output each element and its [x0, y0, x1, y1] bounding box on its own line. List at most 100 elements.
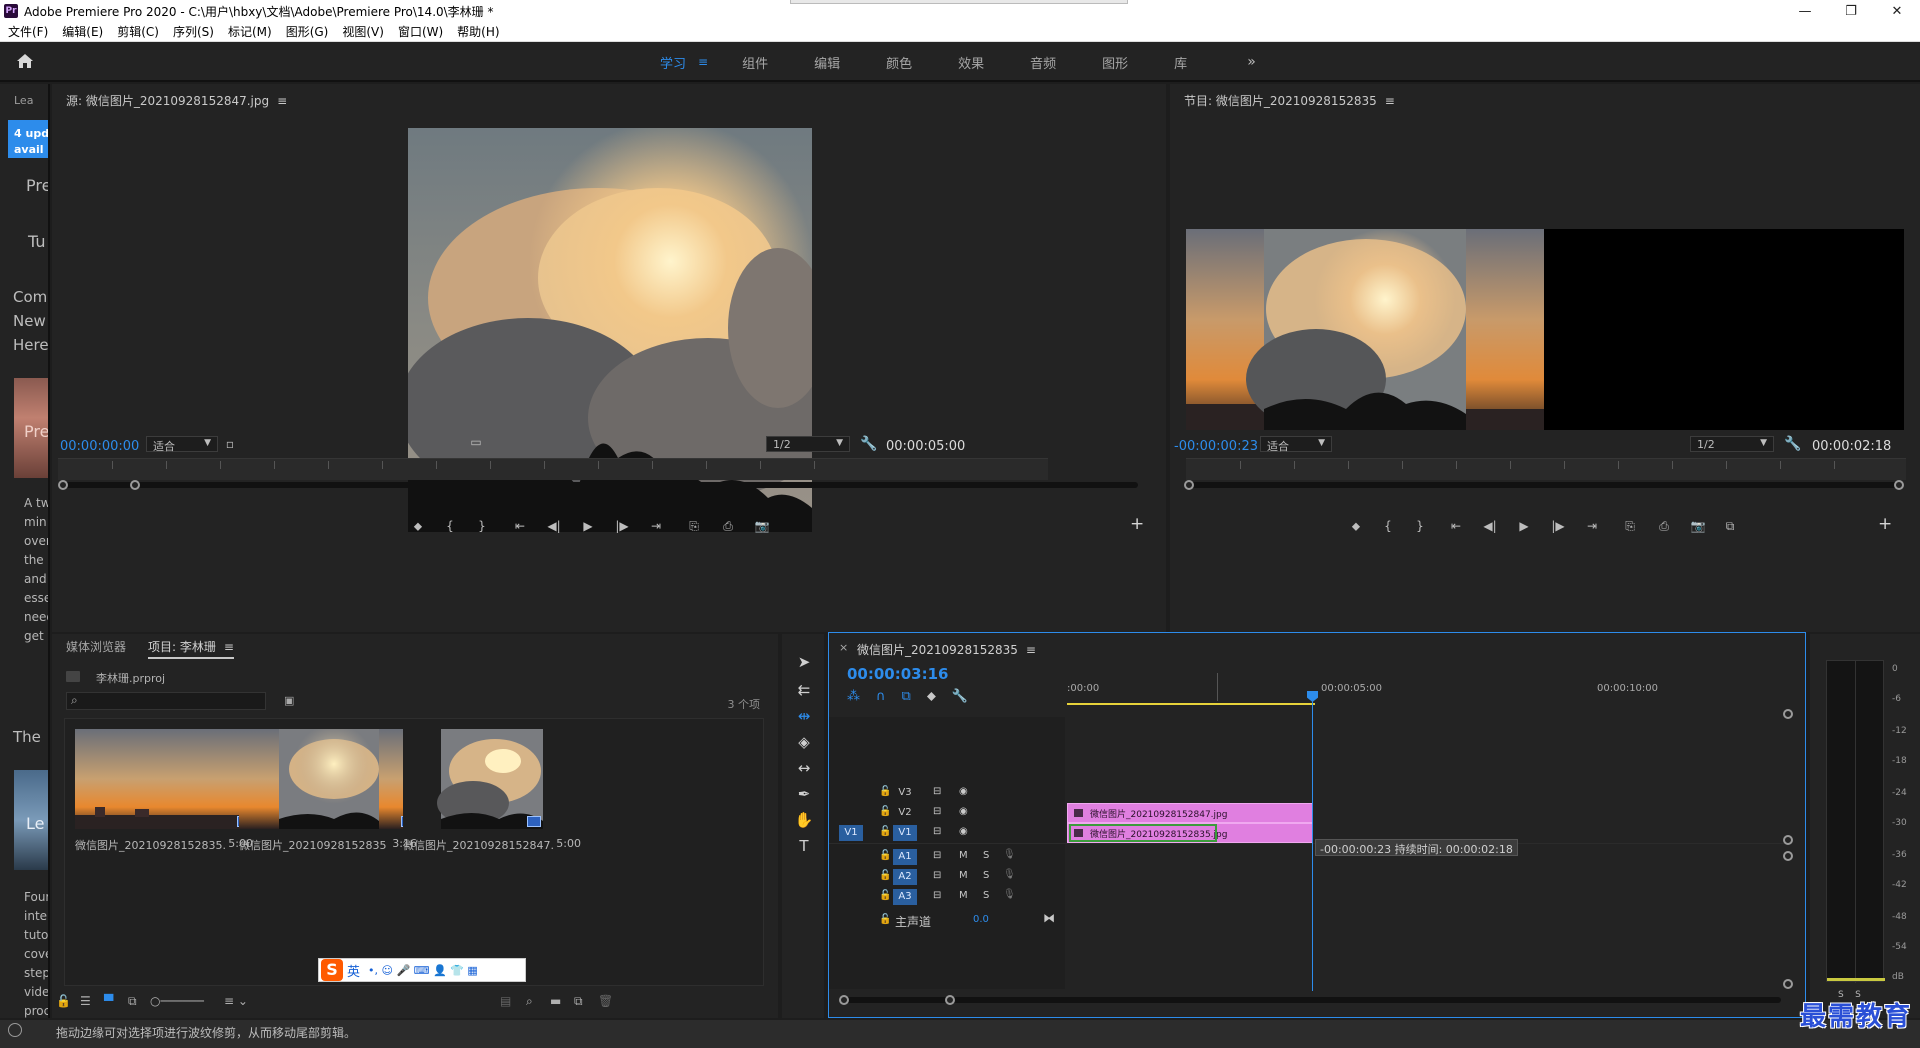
menu-help[interactable]: 帮助(H) — [457, 23, 499, 40]
new-item-icon[interactable]: ⧉ — [574, 994, 583, 1009]
overwrite-icon[interactable]: ⎙ — [718, 518, 738, 534]
sequence-tab[interactable]: 微信图片_20210928152835 ≡ — [857, 641, 1036, 658]
learn-panel-tab[interactable]: Lea — [14, 94, 33, 107]
eye-icon[interactable]: ◉ — [959, 806, 968, 817]
vertical-zoom-handle[interactable] — [1783, 979, 1793, 989]
list-view-icon[interactable]: ☰ — [80, 994, 91, 1008]
maximize-button[interactable]: ❐ — [1828, 0, 1874, 22]
sync-lock-icon[interactable]: ⊟ — [933, 870, 941, 881]
find-icon[interactable]: ⌕ — [526, 994, 533, 1009]
vertical-zoom-handle[interactable] — [1783, 835, 1793, 845]
nest-icon[interactable]: ⁂ — [847, 689, 860, 704]
vertical-zoom-handle[interactable] — [1783, 851, 1793, 861]
track-name[interactable]: V1 — [893, 825, 917, 841]
eye-icon[interactable]: ◉ — [959, 826, 968, 837]
add-marker-icon[interactable]: ⬥ — [927, 689, 936, 704]
sync-lock-icon[interactable]: ⊟ — [933, 890, 941, 901]
automate-to-sequence-icon[interactable]: ▤ — [500, 994, 511, 1008]
add-marker-icon[interactable]: ⬥ — [408, 518, 428, 534]
solo-button[interactable]: S — [983, 870, 989, 881]
razor-tool-icon[interactable]: ◈ — [794, 732, 814, 752]
program-settings-wrench-icon[interactable]: 🔧 — [1784, 436, 1801, 452]
source-timecode[interactable]: 00:00:00:00 — [60, 439, 139, 454]
lock-icon[interactable]: 🔓 — [879, 870, 891, 881]
track-v1[interactable]: V1 🔓 V1 ⊟ ◉ — [829, 823, 1065, 843]
workspace-tab-learning[interactable]: 学习 — [660, 53, 686, 72]
source-zoom-scrollbar[interactable] — [58, 482, 1138, 488]
zoom-slider[interactable]: ○────── — [150, 994, 204, 1008]
play-icon[interactable]: ▶ — [1514, 518, 1534, 534]
eye-icon[interactable]: ◉ — [959, 786, 968, 797]
mute-button[interactable]: M — [959, 850, 968, 861]
minimize-button[interactable]: — — [1782, 0, 1828, 22]
sync-lock-icon[interactable]: ⊟ — [933, 826, 941, 837]
source-settings-wrench-icon[interactable]: 🔧 — [860, 436, 877, 452]
go-to-in-icon[interactable]: ⇤ — [510, 518, 530, 534]
solo-button[interactable]: S — [983, 890, 989, 901]
track-name[interactable]: V3 — [893, 785, 917, 801]
vertical-zoom-handle[interactable] — [1783, 709, 1793, 719]
menu-file[interactable]: 文件(F) — [8, 23, 48, 40]
master-track[interactable]: 🔓 主声道 0.0 ⧓ — [829, 909, 1065, 931]
export-frame-icon[interactable]: 📷 — [1688, 518, 1708, 534]
go-to-out-icon[interactable]: ⇥ — [1582, 518, 1602, 534]
timeline-ruler[interactable]: :00:00 00:00:05:00 00:00:10:00 — [1067, 673, 1787, 717]
track-name[interactable]: A2 — [893, 869, 917, 885]
workspace-tab-color[interactable]: 颜色 — [886, 53, 912, 72]
step-forward-icon[interactable]: |▶ — [612, 518, 632, 534]
timeline-zoom-scrollbar[interactable] — [841, 997, 1781, 1003]
source-monitor-title[interactable]: 源: 微信图片_20210928152847.jpg ≡ — [66, 92, 287, 109]
export-frame-icon[interactable]: 📷 — [752, 518, 772, 534]
more-workspaces-icon[interactable]: » — [1247, 54, 1256, 70]
program-zoom-scrollbar[interactable] — [1186, 482, 1904, 488]
track-a3[interactable]: 🔓 A3 ⊟ M S 🎙 — [829, 887, 1065, 907]
ime-language[interactable]: 英 — [347, 961, 360, 980]
source-fit-dropdown[interactable]: 适合 ▼ — [146, 436, 218, 453]
lift-icon[interactable]: ⎘ — [1620, 518, 1640, 534]
type-tool-icon[interactable]: T — [794, 836, 814, 856]
timeline-zoom-handle-right[interactable] — [945, 995, 955, 1005]
lock-icon[interactable]: 🔓 — [879, 890, 891, 901]
updates-badge[interactable]: 4 upd avail — [8, 120, 48, 158]
home-icon[interactable] — [16, 53, 36, 71]
freeform-view-icon[interactable]: ⧉ — [128, 994, 137, 1009]
track-name[interactable]: A1 — [893, 849, 917, 865]
track-a2[interactable]: 🔓 A2 ⊟ M S 🎙 — [829, 867, 1065, 887]
go-to-end-icon[interactable]: ⧓ — [1043, 911, 1055, 925]
menu-markers[interactable]: 标记(M) — [228, 23, 272, 40]
mute-button[interactable]: M — [959, 890, 968, 901]
ripple-edit-tool-icon[interactable]: ⇹ — [794, 706, 814, 726]
go-to-out-icon[interactable]: ⇥ — [646, 518, 666, 534]
lock-icon[interactable]: 🔓 — [879, 914, 891, 925]
timeline-clip-v2[interactable]: 微信图片_20210928152847.jpg — [1067, 803, 1313, 823]
lock-icon[interactable]: 🔓 — [56, 994, 71, 1008]
mark-in-icon[interactable]: { — [1378, 518, 1398, 534]
program-zoom-handle-left[interactable] — [1184, 480, 1194, 490]
step-back-icon[interactable]: ◀| — [1480, 518, 1500, 534]
mark-out-icon[interactable]: } — [1410, 518, 1430, 534]
pen-tool-icon[interactable]: ✒ — [794, 784, 814, 804]
program-zoom-handle-right[interactable] — [1894, 480, 1904, 490]
source-time-ruler[interactable] — [58, 458, 1048, 480]
source-zoom-handle-left[interactable] — [58, 480, 68, 490]
workspace-tab-effects[interactable]: 效果 — [958, 53, 984, 72]
linked-selection-icon[interactable]: ⧉ — [902, 689, 911, 704]
selection-tool-icon[interactable]: ➤ — [794, 652, 814, 672]
clear-icon[interactable]: 🗑 — [598, 994, 613, 1008]
safe-margin-icon[interactable]: ▫ — [220, 436, 240, 452]
sync-lock-icon[interactable]: ⊟ — [933, 850, 941, 861]
tab-media-browser[interactable]: 媒体浏览器 — [66, 638, 126, 659]
track-select-tool-icon[interactable]: ⇇ — [794, 680, 814, 700]
hand-tool-icon[interactable]: ✋ — [794, 810, 814, 830]
new-bin-icon[interactable]: ▬ — [550, 994, 561, 1008]
step-forward-icon[interactable]: |▶ — [1548, 518, 1568, 534]
icon-view-icon[interactable]: ▀ — [104, 994, 113, 1008]
ime-toolbar[interactable]: S 英 •, ☺ 🎤 ⌨ 👤 👕 ▦ — [318, 958, 526, 982]
snap-icon[interactable]: ∩ — [876, 689, 886, 704]
menu-window[interactable]: 窗口(W) — [398, 23, 443, 40]
insert-icon[interactable]: ⎘ — [684, 518, 704, 534]
master-volume[interactable]: 0.0 — [973, 914, 989, 925]
program-resolution-dropdown[interactable]: 1/2 ▼ — [1690, 436, 1774, 452]
workspace-menu-icon[interactable]: ≡ — [698, 55, 708, 69]
sort-icon[interactable]: ≡ ⌄ — [224, 994, 248, 1008]
